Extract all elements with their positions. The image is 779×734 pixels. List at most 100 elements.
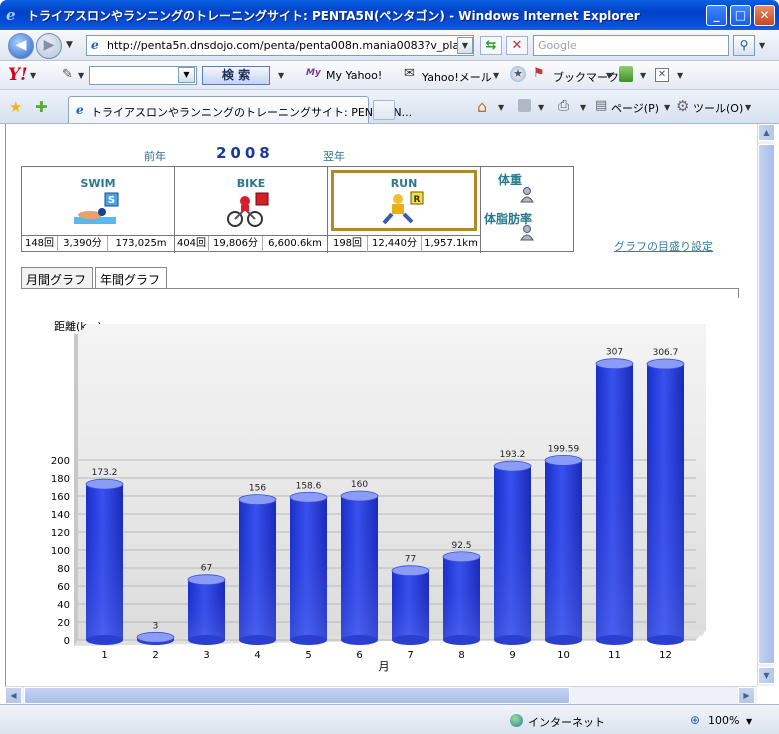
scroll-up-button[interactable]: ▲ (758, 124, 775, 141)
page-icon: ▤ (595, 98, 608, 113)
person-icon (520, 225, 534, 241)
yahoo-toolbar: Y! ▼ ✎ ▼ ▼ 検 索 ▼ My My Yahoo! ✉ Yahoo!メー… (0, 62, 779, 90)
run-column[interactable]: RUN R 198回 12,440分 1,957.1km (328, 167, 481, 253)
tools-menu-button[interactable]: ツール(O) (693, 100, 743, 116)
next-year-link[interactable]: 翌年 (323, 148, 345, 164)
bike-label: BIKE (236, 177, 266, 190)
bar-shade (188, 579, 225, 640)
bar: 158.6 (289, 481, 328, 645)
rss-dropdown[interactable]: ▼ (538, 103, 544, 112)
vertical-scroll-thumb[interactable] (758, 144, 775, 664)
close-box-icon[interactable]: ✕ (655, 68, 669, 82)
more-dropdown[interactable]: ▼ (677, 71, 683, 80)
back-button[interactable]: ◀ (8, 33, 34, 59)
page-menu-button[interactable]: ページ(P) (611, 100, 659, 116)
y-tick-label: 200 (51, 456, 70, 467)
pen-icon[interactable]: ✎ (62, 67, 73, 82)
rss-icon[interactable] (518, 99, 531, 112)
x-tick-label: 2 (152, 650, 158, 661)
ie-icon: e (6, 6, 16, 24)
yahoo-logo[interactable]: Y! (8, 65, 28, 85)
bar-top (85, 478, 124, 490)
y-tick-label: 20 (57, 618, 70, 629)
tools-menu-dropdown[interactable]: ▼ (745, 103, 751, 112)
y-tick-label: 40 (57, 600, 70, 611)
bar: 173.2 (85, 468, 124, 645)
bar: 156 (238, 484, 277, 645)
bar-shade (545, 460, 582, 640)
graph-scale-settings-link[interactable]: グラフの目盛り設定 (614, 238, 713, 254)
zoom-icon[interactable]: ⊕ (690, 713, 700, 727)
bookmark-dropdown[interactable]: ▼ (606, 71, 612, 80)
bar-value-label: 307 (606, 348, 623, 358)
search-options-dropdown[interactable]: ▼ (759, 41, 765, 50)
maximize-button[interactable]: □ (730, 5, 751, 26)
tab-monthly-graph[interactable]: 月間グラフ (21, 267, 93, 288)
vertical-scrollbar[interactable]: ▲ ▼ (757, 124, 775, 686)
bar-base (392, 635, 429, 645)
zoom-dropdown[interactable]: ▼ (746, 717, 752, 726)
bar-top (544, 454, 583, 466)
address-dropdown-button[interactable]: ▼ (457, 37, 473, 54)
cyclist-icon (227, 192, 269, 227)
run-badge: R (414, 195, 421, 205)
graph-panel-border (21, 288, 739, 298)
home-dropdown[interactable]: ▼ (498, 103, 504, 112)
favorites-star-icon[interactable]: ★ (9, 98, 22, 116)
x-tick-label: 8 (458, 650, 464, 661)
search-input[interactable]: Google (533, 35, 729, 56)
bar-value-label: 67 (201, 564, 212, 574)
x-tick-label: 7 (407, 650, 413, 661)
book-icon[interactable] (619, 66, 633, 82)
pen-dropdown[interactable]: ▼ (78, 71, 84, 80)
weight-link[interactable]: 体重 (498, 171, 522, 188)
bar-value-label: 193.2 (500, 450, 526, 460)
prev-year-link[interactable]: 前年 (144, 148, 166, 164)
bike-column[interactable]: BIKE 404回 19,806分 6,600.6km (175, 167, 328, 253)
y-tick-label: 140 (51, 510, 70, 521)
swim-stats: 148回 3,390分 173,025m (22, 235, 174, 252)
history-dropdown-icon[interactable]: ▼ (66, 40, 73, 50)
yahoo-mail-button[interactable]: Yahoo!メール (422, 69, 492, 85)
x-tick-label: 12 (659, 650, 672, 661)
new-tab-button[interactable] (373, 100, 395, 120)
page-menu-dropdown[interactable]: ▼ (664, 103, 670, 112)
yahoo-search-dropdown[interactable]: ▼ (178, 67, 195, 83)
home-icon[interactable]: ⌂ (477, 97, 487, 116)
print-dropdown[interactable]: ▼ (580, 103, 586, 112)
address-input[interactable]: http://penta5n.dnsdojo.com/penta/penta00… (86, 35, 474, 56)
yahoo-menu-dropdown[interactable]: ▼ (30, 71, 36, 80)
bar-base (494, 635, 531, 645)
add-favorite-icon[interactable]: ✚ (35, 98, 48, 116)
stop-button[interactable]: ✕ (506, 36, 528, 55)
horizontal-scroll-thumb[interactable] (24, 687, 570, 704)
yahoo-search-options-dropdown[interactable]: ▼ (278, 71, 284, 80)
person-icon (520, 187, 534, 203)
bar-shade (239, 499, 276, 640)
scroll-left-button[interactable]: ◀ (5, 687, 22, 704)
tab-yearly-graph[interactable]: 年間グラフ (95, 267, 167, 289)
my-yahoo-button[interactable]: My Yahoo! (326, 69, 382, 82)
bike-count: 404回 (175, 236, 209, 252)
horizontal-scrollbar[interactable]: ◀ ▶ (5, 686, 757, 704)
bar-value-label: 199.59 (548, 444, 580, 454)
close-button[interactable]: ✕ (754, 5, 775, 26)
book-dropdown[interactable]: ▼ (640, 71, 646, 80)
status-bar: インターネット ⊕ 100% ▼ (0, 704, 779, 734)
yahoo-mail-dropdown[interactable]: ▼ (493, 71, 499, 80)
minimize-button[interactable]: _ (706, 5, 727, 26)
zoom-level[interactable]: 100% (708, 714, 739, 727)
search-icon[interactable]: ⚲ (733, 35, 755, 56)
bar-shade (392, 570, 429, 640)
forward-button[interactable]: ▶ (36, 33, 62, 59)
swim-column[interactable]: SWIM S 148回 3,390分 173,025m (22, 167, 175, 253)
scroll-right-button[interactable]: ▶ (738, 687, 755, 704)
scroll-down-button[interactable]: ▼ (758, 667, 775, 684)
print-icon[interactable]: ⎙ (558, 98, 569, 114)
bookmark-icon: ⚑ (533, 66, 545, 81)
x-tick-label: 9 (509, 650, 515, 661)
security-zone: インターネット (528, 716, 605, 729)
refresh-button[interactable]: ⇆ (480, 36, 502, 55)
star-icon[interactable]: ★ (510, 66, 526, 82)
yahoo-search-button[interactable]: 検 索 (202, 66, 270, 85)
